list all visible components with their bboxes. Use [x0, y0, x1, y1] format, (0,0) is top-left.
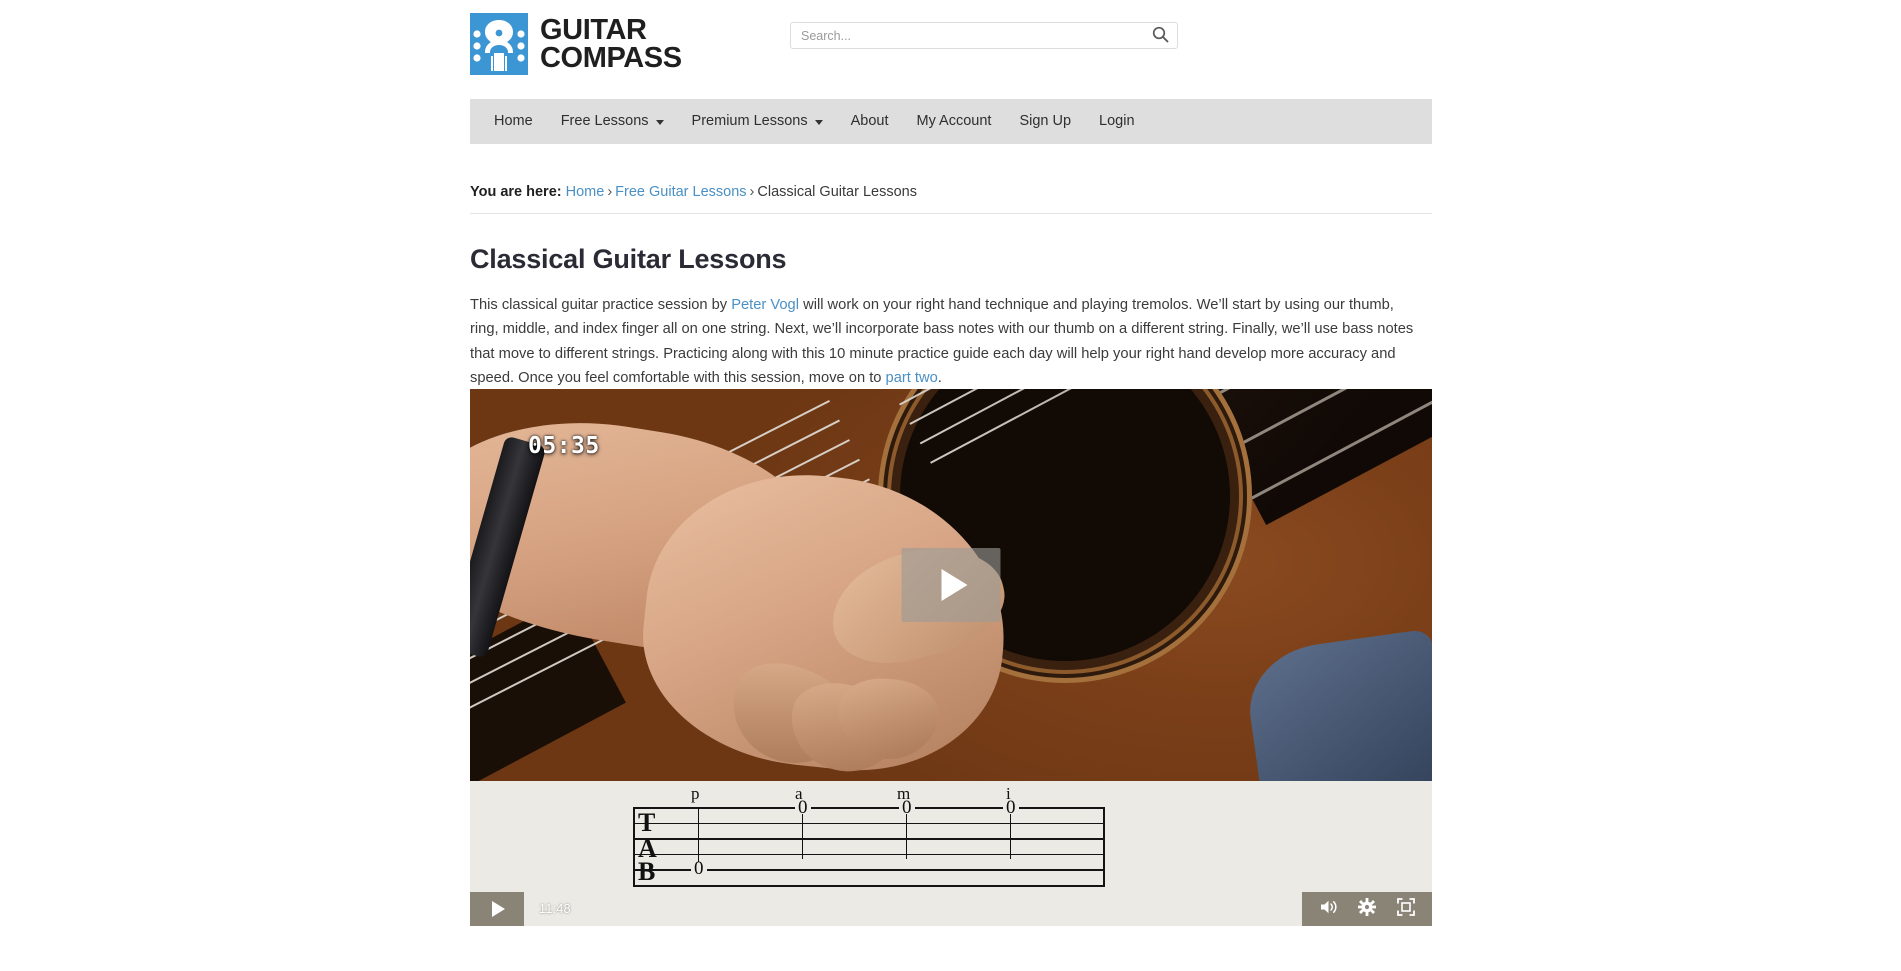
- tab-finger-label-p: p: [691, 784, 700, 803]
- tab-staff: T A B p 0 a 0 m 0 i 0: [633, 784, 1105, 887]
- video-overlay-timer: 05:35: [528, 433, 600, 459]
- intro-text-1: This classical guitar practice session b…: [470, 297, 732, 313]
- breadcrumb-separator: ›: [607, 184, 613, 200]
- nav-item-about[interactable]: About: [837, 99, 903, 144]
- play-icon: [492, 901, 505, 917]
- video-play-overlay-button[interactable]: [901, 548, 1001, 622]
- main-content: You are here: Home › Free Guitar Lessons › C…: [470, 144, 1432, 390]
- play-icon: [941, 569, 967, 601]
- tab-barline-right: [1103, 807, 1105, 886]
- breadcrumb-prefix: You are here:: [470, 184, 562, 200]
- search-button[interactable]: [1143, 23, 1177, 48]
- guitar-tablature: T A B p 0 a 0 m 0 i 0: [470, 781, 1432, 894]
- nav-item-home[interactable]: Home: [480, 99, 547, 144]
- site-logo[interactable]: GUITAR COMPASS: [470, 13, 682, 75]
- video-time-display: 11:48: [539, 902, 571, 916]
- nav-item-label: Premium Lessons: [691, 113, 808, 129]
- main-navigation: Home Free Lessons Premium Lessons About …: [470, 99, 1432, 144]
- volume-icon: [1319, 899, 1338, 920]
- nav-item-premium-lessons[interactable]: Premium Lessons: [678, 99, 837, 144]
- nav-item-login[interactable]: Login: [1085, 99, 1148, 144]
- nav-item-my-account[interactable]: My Account: [903, 99, 1006, 144]
- tab-note-p: 0: [691, 859, 707, 878]
- tab-letter-a: A: [638, 834, 657, 863]
- nav-item-label: Home: [494, 113, 533, 129]
- link-peter-vogl[interactable]: Peter Vogl: [731, 297, 799, 313]
- chevron-down-icon: [655, 120, 664, 125]
- nav-item-free-lessons[interactable]: Free Lessons: [547, 99, 678, 144]
- page-root: GUITAR COMPASS Home Free Lessons Prem: [0, 0, 1901, 971]
- nav-item-sign-up[interactable]: Sign Up: [1005, 99, 1085, 144]
- nav-item-label: My Account: [916, 113, 992, 129]
- search-icon: [1152, 26, 1169, 46]
- site-logo-text: GUITAR COMPASS: [540, 14, 682, 74]
- video-controls-bar: 11:48: [470, 892, 1432, 926]
- video-frame[interactable]: 05:35: [470, 389, 1432, 781]
- search-input[interactable]: [791, 23, 1143, 48]
- tab-note-m: 0: [899, 798, 915, 817]
- tab-barline-left: [633, 807, 635, 886]
- breadcrumb-current: Classical Guitar Lessons: [757, 184, 917, 200]
- video-controls-right: [1302, 892, 1432, 926]
- tab-letter-t: T: [638, 808, 656, 837]
- nav-item-label: About: [850, 113, 889, 129]
- chevron-down-icon: [814, 120, 823, 125]
- breadcrumb-link-free-guitar-lessons[interactable]: Free Guitar Lessons: [615, 184, 746, 200]
- intro-text-3: .: [937, 369, 942, 386]
- nav-item-label: Free Lessons: [560, 113, 649, 129]
- tab-note-i: 0: [1003, 798, 1019, 817]
- link-part-two[interactable]: part two: [886, 370, 938, 386]
- search-box[interactable]: [790, 22, 1178, 49]
- nav-item-label: Login: [1099, 113, 1135, 129]
- gear-icon: [1358, 897, 1376, 921]
- page-title: Classical Guitar Lessons: [470, 244, 787, 274]
- volume-button[interactable]: [1318, 899, 1338, 919]
- tab-note-a: 0: [795, 798, 811, 817]
- intro-paragraph: This classical guitar practice session b…: [470, 293, 1425, 390]
- settings-button[interactable]: [1357, 897, 1377, 921]
- breadcrumb-link-home[interactable]: Home: [566, 184, 605, 200]
- fullscreen-icon: [1397, 897, 1415, 921]
- fullscreen-button[interactable]: [1396, 897, 1416, 921]
- guitar-headstock-compass-logo-icon: [470, 13, 528, 75]
- video-player[interactable]: 05:35 T A B p 0 a 0 m 0 i 0 11:48: [470, 389, 1432, 926]
- nav-item-label: Sign Up: [1019, 113, 1072, 129]
- play-pause-button[interactable]: [470, 892, 524, 926]
- breadcrumb-separator: ›: [749, 184, 755, 200]
- site-header: GUITAR COMPASS: [470, 0, 1432, 99]
- breadcrumb: You are here: Home › Free Guitar Lessons › C…: [470, 144, 1432, 214]
- tab-letter-b: B: [638, 857, 656, 886]
